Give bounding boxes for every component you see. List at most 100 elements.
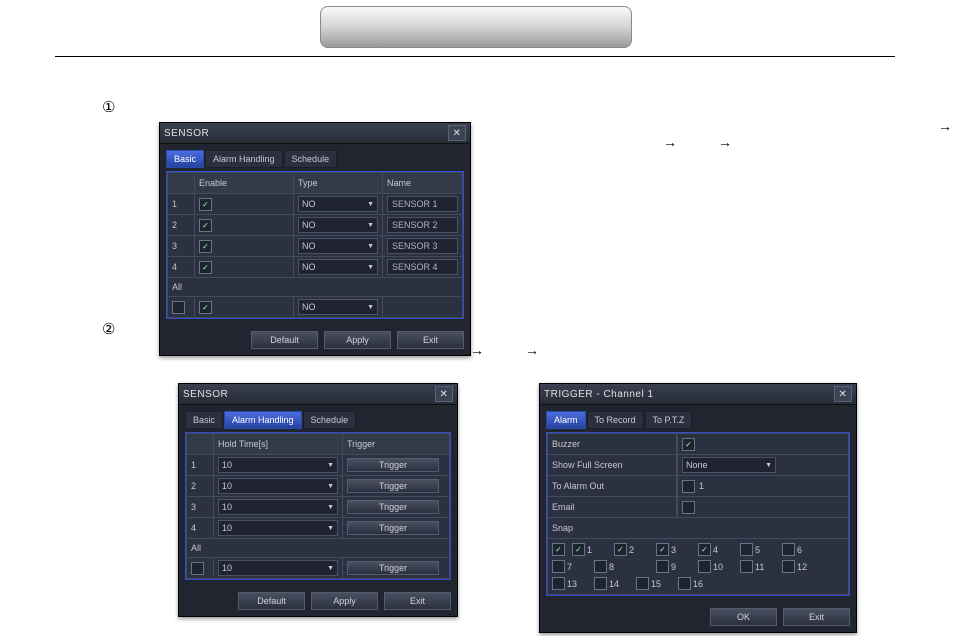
close-button[interactable]: ✕ — [435, 386, 453, 402]
type-dropdown[interactable]: NO▼ — [298, 259, 378, 275]
tab-basic[interactable]: Basic — [185, 411, 223, 429]
snap-num: 1 — [587, 545, 592, 555]
exit-button[interactable]: Exit — [783, 608, 850, 626]
hold-time-dropdown[interactable]: 10▼ — [218, 520, 338, 536]
enable-checkbox[interactable]: ✓ — [199, 198, 212, 211]
snap-checkbox-4[interactable]: ✓ — [698, 543, 711, 556]
type-dropdown[interactable]: NO▼ — [298, 238, 378, 254]
snap-checkbox-5[interactable]: ✓ — [740, 543, 753, 556]
snap-checkbox-11[interactable]: ✓ — [740, 560, 753, 573]
buzzer-checkbox[interactable]: ✓ — [682, 438, 695, 451]
hold-time-dropdown[interactable]: 10▼ — [218, 478, 338, 494]
button-row: Default Apply Exit — [179, 586, 457, 616]
snap-checkbox-13[interactable]: ✓ — [552, 577, 565, 590]
hold-time-dropdown[interactable]: 10▼ — [218, 457, 338, 473]
titlebar: SENSOR ✕ — [160, 123, 470, 144]
trigger-button[interactable]: Trigger — [347, 521, 439, 535]
trigger-button[interactable]: Trigger — [347, 458, 439, 472]
snap-checkbox-7[interactable]: ✓ — [552, 560, 565, 573]
col-enable: Enable — [195, 173, 294, 194]
close-button[interactable]: ✕ — [448, 125, 466, 141]
snap-checkbox-10[interactable]: ✓ — [698, 560, 711, 573]
trigger-button[interactable]: Trigger — [347, 500, 439, 514]
col-type: Type — [294, 173, 383, 194]
alarm-out-checkbox[interactable]: ✓ — [682, 480, 695, 493]
enable-checkbox[interactable]: ✓ — [199, 219, 212, 232]
snap-num: 3 — [671, 545, 676, 555]
alarm-handling-table: Hold Time[s] Trigger 1 10▼ Trigger 2 10▼… — [186, 433, 450, 579]
name-field[interactable]: SENSOR 1 — [387, 196, 458, 212]
enable-checkbox[interactable]: ✓ — [199, 261, 212, 274]
default-button[interactable]: Default — [238, 592, 305, 610]
tab-to-record[interactable]: To Record — [587, 411, 644, 429]
type-dropdown[interactable]: NO▼ — [298, 196, 378, 212]
row-index: 4 — [187, 518, 214, 539]
tab-to-ptz[interactable]: To P.T.Z — [645, 411, 693, 429]
table-row-all: All — [168, 278, 463, 297]
arrow-icon: → — [663, 134, 677, 150]
dropdown-value: 10 — [222, 460, 232, 470]
tab-schedule[interactable]: Schedule — [303, 411, 357, 429]
tab-alarm-handling[interactable]: Alarm Handling — [205, 150, 283, 168]
row-index: 3 — [168, 236, 195, 257]
all-label: All — [168, 278, 463, 297]
apply-button[interactable]: Apply — [311, 592, 378, 610]
dialog-title: SENSOR — [183, 389, 228, 400]
snap-master-checkbox[interactable]: ✓ — [552, 543, 565, 556]
type-dropdown[interactable]: NO▼ — [298, 217, 378, 233]
chevron-down-icon: ▼ — [765, 462, 772, 469]
snap-num: 4 — [713, 545, 718, 555]
tab-basic[interactable]: Basic — [166, 150, 204, 168]
all-master-checkbox[interactable]: ✓ — [191, 562, 204, 575]
snap-checkbox-3[interactable]: ✓ — [656, 543, 669, 556]
trigger-channel-dialog: TRIGGER - Channel 1 ✕ Alarm To Record To… — [539, 383, 857, 633]
snap-checkbox-6[interactable]: ✓ — [782, 543, 795, 556]
tab-schedule[interactable]: Schedule — [284, 150, 338, 168]
snap-checkbox-14[interactable]: ✓ — [594, 577, 607, 590]
default-button[interactable]: Default — [251, 331, 318, 349]
snap-checkbox-15[interactable]: ✓ — [636, 577, 649, 590]
tab-row: Basic Alarm Handling Schedule — [166, 150, 464, 168]
snap-checkbox-16[interactable]: ✓ — [678, 577, 691, 590]
trigger-settings-grid: Buzzer ✓ Show Full Screen None▼ To Alarm… — [547, 433, 849, 539]
snap-num: 15 — [651, 579, 661, 589]
snap-checkbox-12[interactable]: ✓ — [782, 560, 795, 573]
chevron-down-icon: ▼ — [327, 504, 334, 511]
snap-checkbox-2[interactable]: ✓ — [614, 543, 627, 556]
snap-checkbox-1[interactable]: ✓ — [572, 543, 585, 556]
row-index: 3 — [187, 497, 214, 518]
email-label: Email — [547, 497, 677, 518]
apply-button[interactable]: Apply — [324, 331, 391, 349]
trigger-button[interactable]: Trigger — [347, 479, 439, 493]
name-field[interactable]: SENSOR 2 — [387, 217, 458, 233]
all-type-dropdown[interactable]: NO▼ — [298, 299, 378, 315]
all-trigger-button[interactable]: Trigger — [347, 561, 439, 575]
all-hold-dropdown[interactable]: 10▼ — [218, 560, 338, 576]
email-checkbox[interactable]: ✓ — [682, 501, 695, 514]
enable-checkbox[interactable]: ✓ — [199, 240, 212, 253]
snap-checkbox-9[interactable]: ✓ — [656, 560, 669, 573]
all-master-checkbox[interactable]: ✓ — [172, 301, 185, 314]
exit-button[interactable]: Exit — [384, 592, 451, 610]
snap-checkbox-8[interactable]: ✓ — [594, 560, 607, 573]
full-screen-label: Show Full Screen — [547, 455, 677, 476]
snap-num: 10 — [713, 562, 723, 572]
all-enable-checkbox[interactable]: ✓ — [199, 301, 212, 314]
close-icon: ✕ — [453, 128, 462, 139]
tab-alarm[interactable]: Alarm — [546, 411, 586, 429]
titlebar: TRIGGER - Channel 1 ✕ — [540, 384, 856, 405]
chevron-down-icon: ▼ — [367, 201, 374, 208]
hold-time-dropdown[interactable]: 10▼ — [218, 499, 338, 515]
close-button[interactable]: ✕ — [834, 386, 852, 402]
tab-alarm-handling[interactable]: Alarm Handling — [224, 411, 302, 429]
button-row: OK Exit — [540, 602, 856, 632]
snap-num: 12 — [797, 562, 807, 572]
name-field[interactable]: SENSOR 4 — [387, 259, 458, 275]
full-screen-dropdown[interactable]: None▼ — [682, 457, 776, 473]
dropdown-value: NO — [302, 241, 316, 251]
ok-button[interactable]: OK — [710, 608, 777, 626]
exit-button[interactable]: Exit — [397, 331, 464, 349]
sensor-alarm-handling-dialog: SENSOR ✕ Basic Alarm Handling Schedule H… — [178, 383, 458, 617]
row-index: 2 — [168, 215, 195, 236]
name-field[interactable]: SENSOR 3 — [387, 238, 458, 254]
